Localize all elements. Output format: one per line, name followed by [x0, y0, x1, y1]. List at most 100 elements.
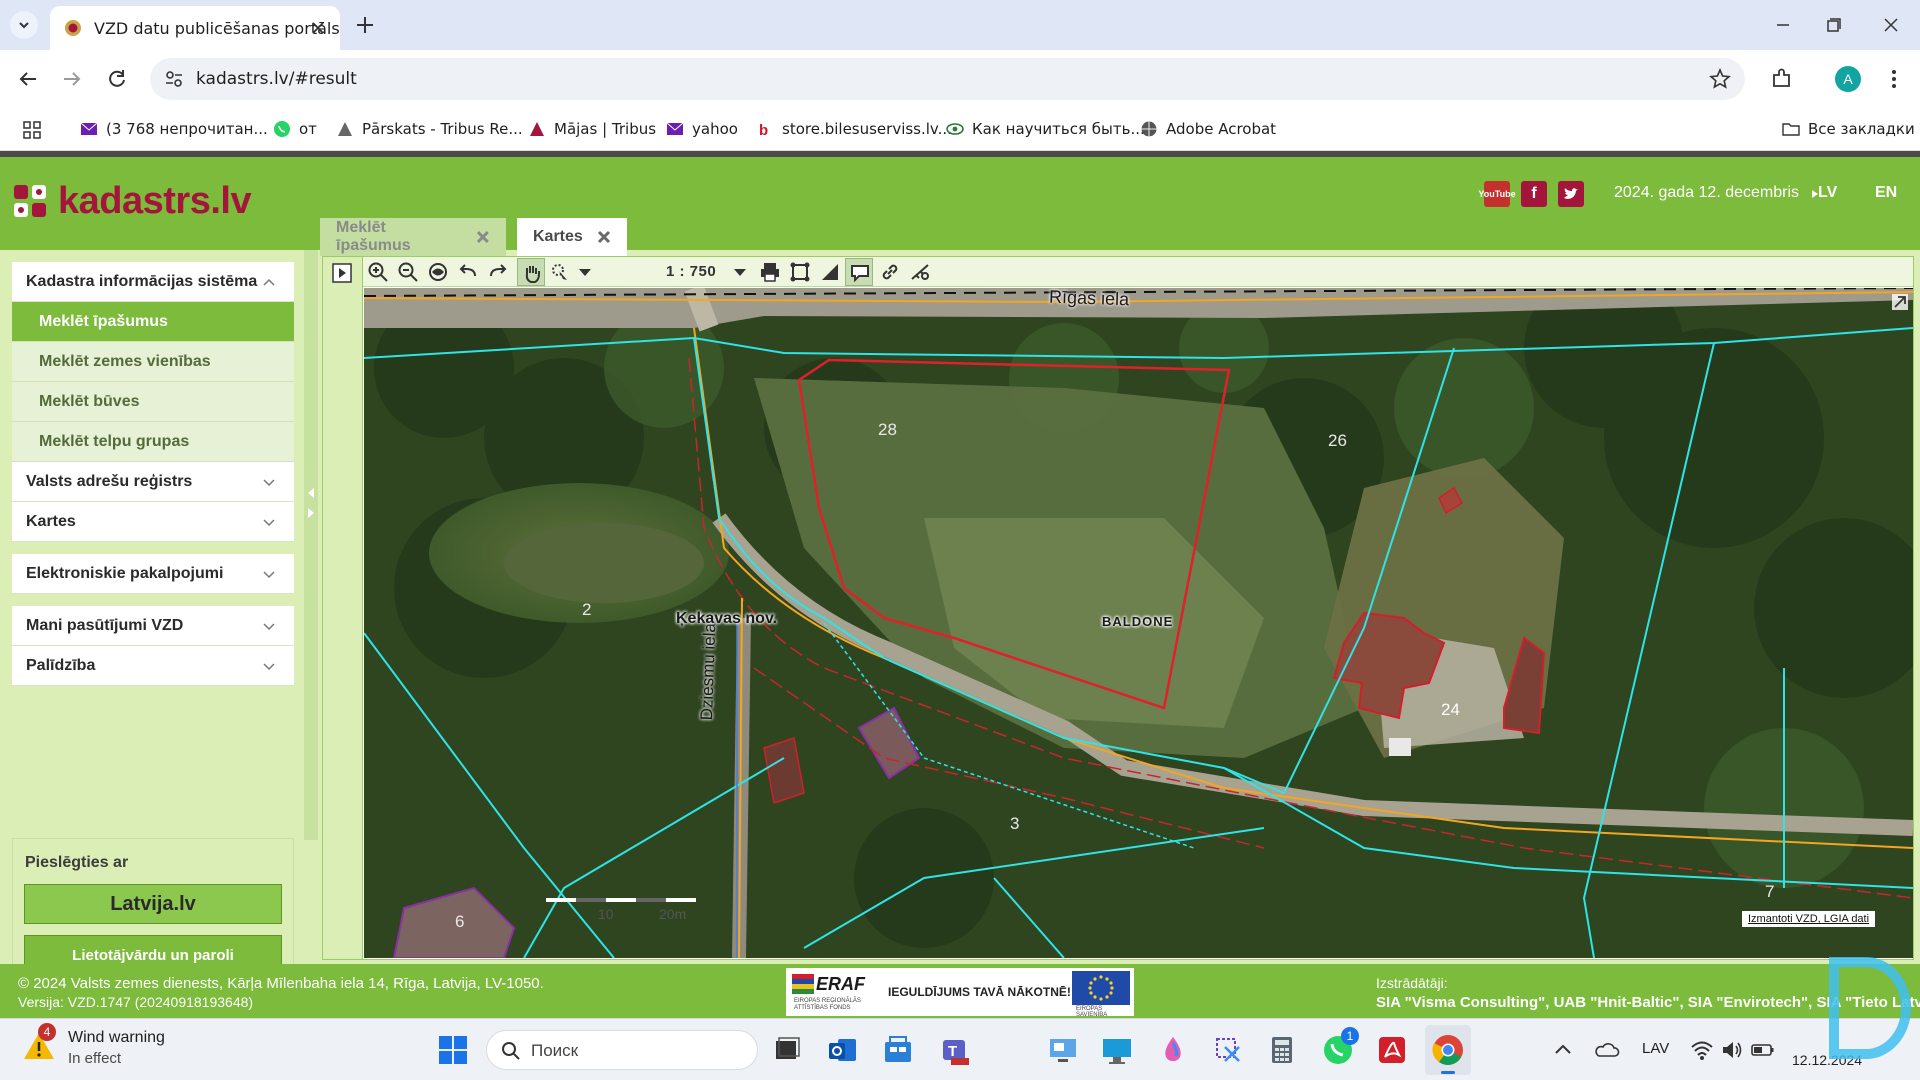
facebook-icon[interactable]: f: [1521, 181, 1547, 207]
store-icon[interactable]: [881, 1033, 915, 1067]
bookmark-kak-nauchitsya[interactable]: Как научиться быть...: [946, 116, 1145, 142]
close-tab-icon[interactable]: [308, 18, 328, 38]
bookmark-tribus-majas[interactable]: Mājas | Tribus: [528, 116, 656, 142]
login-title: Pieslēgties ar: [25, 854, 129, 871]
previous-extent-icon[interactable]: [457, 261, 479, 283]
full-extent-icon[interactable]: [427, 261, 449, 283]
scale-dropdown-icon[interactable]: [729, 261, 751, 283]
menu-kartes[interactable]: Kartes: [12, 502, 294, 542]
submenu-label: Meklēt zemes vienības: [39, 352, 211, 370]
volume-icon[interactable]: [1720, 1039, 1744, 1061]
region-label-kekava: Ķekavas nov.: [676, 610, 778, 627]
forward-icon[interactable]: [58, 65, 86, 93]
menu-kebab-icon[interactable]: [1880, 65, 1908, 93]
bookmark-adobe-acrobat[interactable]: Adobe Acrobat: [1140, 116, 1276, 142]
remote-desktop-icon[interactable]: [1046, 1033, 1080, 1067]
bookmark-label: Как научиться быть...: [972, 120, 1145, 138]
youtube-icon[interactable]: YouTube: [1478, 181, 1516, 207]
print-icon[interactable]: [759, 261, 781, 283]
extensions-icon[interactable]: [1768, 65, 1796, 93]
share-map-icon[interactable]: [909, 261, 931, 283]
browser-tab-active[interactable]: VZD datu publicēšanas portāls: [50, 6, 340, 50]
all-bookmarks-label: Все закладки: [1808, 120, 1915, 138]
measure-angle-icon[interactable]: [819, 261, 841, 283]
chrome-taskbar-button[interactable]: [1425, 1025, 1471, 1075]
monitor-icon[interactable]: [1100, 1033, 1134, 1067]
address-bar[interactable]: kadastrs.lv/#result: [150, 58, 1745, 100]
back-icon[interactable]: [14, 65, 42, 93]
menu-mani-pasutijumi[interactable]: Mani pasūtījumi VZD: [12, 606, 294, 646]
menu-valsts-adresu-registrs[interactable]: Valsts adrešu reģistrs: [12, 462, 294, 502]
svg-text:b: b: [759, 122, 768, 138]
new-tab-icon[interactable]: [352, 12, 378, 38]
submenu-meklet-buves[interactable]: Meklēt būves: [12, 382, 294, 422]
snipping-tool-icon[interactable]: [1211, 1033, 1245, 1067]
bookmark-whatsapp[interactable]: от: [273, 116, 317, 142]
site-settings-icon[interactable]: [164, 69, 184, 89]
tab-kartes[interactable]: Kartes: [517, 218, 627, 256]
keyboard-language[interactable]: LAV: [1642, 1040, 1669, 1057]
close-window-icon[interactable]: [1878, 12, 1904, 38]
chevron-up-icon[interactable]: [1552, 1039, 1574, 1061]
pan-tool-button[interactable]: [517, 258, 545, 286]
link-icon[interactable]: [879, 261, 901, 283]
paint-drop-icon[interactable]: [1156, 1033, 1190, 1067]
lang-en-link[interactable]: EN: [1875, 184, 1897, 202]
reload-icon[interactable]: [103, 65, 131, 93]
menu-elektroniskie-pakalpojumi[interactable]: Elektroniskie pakalpojumi: [12, 554, 294, 594]
map-attribution-link[interactable]: Izmantoti VZD, LGIA dati: [1742, 911, 1876, 927]
bookmark-yahoo[interactable]: yahoo: [666, 116, 738, 142]
submenu-meklet-telpu-grupas[interactable]: Meklēt telpu grupas: [12, 422, 294, 462]
apps-grid-icon[interactable]: [22, 120, 42, 140]
weather-widget[interactable]: 4 Wind warning In effect: [22, 1023, 165, 1067]
measure-area-icon[interactable]: [789, 261, 811, 283]
bookmark-tribus-parskats[interactable]: Pārskats - Tribus Re...: [336, 116, 523, 142]
browser-toolbar: kadastrs.lv/#result A: [0, 50, 1920, 108]
minimize-icon[interactable]: [1770, 12, 1796, 38]
footer-version: Versija: VZD.1747 (20240918193648): [18, 994, 254, 1010]
parcel-number-26: 26: [1328, 431, 1347, 450]
scalebar-label-10: 10: [598, 906, 614, 922]
eu-stars-icon: [1088, 975, 1114, 1001]
layers-toggle-icon[interactable]: [332, 263, 352, 283]
map-canvas[interactable]: Rīgas iela Dziesmu iela Ķekavas nov. BAL…: [364, 288, 1913, 958]
whatsapp-taskbar-button[interactable]: 1: [1321, 1027, 1359, 1067]
lang-lv-link[interactable]: LV: [1818, 184, 1837, 202]
onedrive-cloud-icon[interactable]: [1594, 1039, 1620, 1061]
profile-avatar[interactable]: A: [1835, 66, 1861, 92]
eraf-banner[interactable]: ERAF EIROPAS REĢIONĀLĀS ATTĪSTĪBAS FONDS…: [786, 968, 1134, 1018]
battery-icon[interactable]: [1750, 1040, 1776, 1060]
windows-start-icon[interactable]: [438, 1035, 468, 1065]
restore-icon[interactable]: [1820, 12, 1846, 38]
calculator-icon[interactable]: [1265, 1033, 1299, 1067]
zoom-in-icon[interactable]: [367, 261, 389, 283]
menu-kadastra-sistema[interactable]: Kadastra informācijas sistēma: [12, 262, 294, 302]
next-extent-icon[interactable]: [487, 261, 509, 283]
tab-search-button[interactable]: [10, 11, 38, 39]
teams-icon[interactable]: T: [937, 1033, 971, 1067]
all-bookmarks[interactable]: Все закладки: [1782, 116, 1915, 142]
close-icon[interactable]: [597, 230, 611, 244]
close-icon[interactable]: [476, 230, 490, 244]
menu-palidziba[interactable]: Palīdzība: [12, 646, 294, 686]
bookmark-mail[interactable]: (3 768 непрочитан...: [80, 116, 268, 142]
bookmark-bilesuserviss[interactable]: b store.bilesuserviss.lv...: [756, 116, 952, 142]
tooltip-toggle-button[interactable]: [845, 258, 873, 286]
identify-tool-icon[interactable]: [549, 261, 571, 283]
submenu-meklet-ipasumus[interactable]: Meklēt īpašumus: [12, 302, 294, 342]
globe-icon: [1141, 121, 1157, 137]
latvija-lv-login-button[interactable]: Latvija.lv: [24, 884, 282, 924]
bookmark-star-icon[interactable]: [1709, 68, 1731, 90]
tab-meklet-ipasumus[interactable]: Meklēt īpašumus: [320, 218, 506, 256]
zoom-out-icon[interactable]: [397, 261, 419, 283]
wifi-icon[interactable]: [1690, 1039, 1714, 1061]
site-logo[interactable]: kadastrs.lv: [12, 180, 252, 222]
acrobat-icon[interactable]: [1375, 1033, 1409, 1067]
sidebar-collapse-handle[interactable]: [304, 250, 318, 840]
outlook-icon[interactable]: [826, 1033, 860, 1067]
twitter-icon[interactable]: [1558, 181, 1584, 207]
submenu-meklet-zemes-vienibas[interactable]: Meklēt zemes vienības: [12, 342, 294, 382]
task-view-icon[interactable]: [770, 1033, 804, 1067]
tool-dropdown-icon[interactable]: [574, 261, 596, 283]
taskbar-search[interactable]: Поиск: [486, 1030, 758, 1070]
